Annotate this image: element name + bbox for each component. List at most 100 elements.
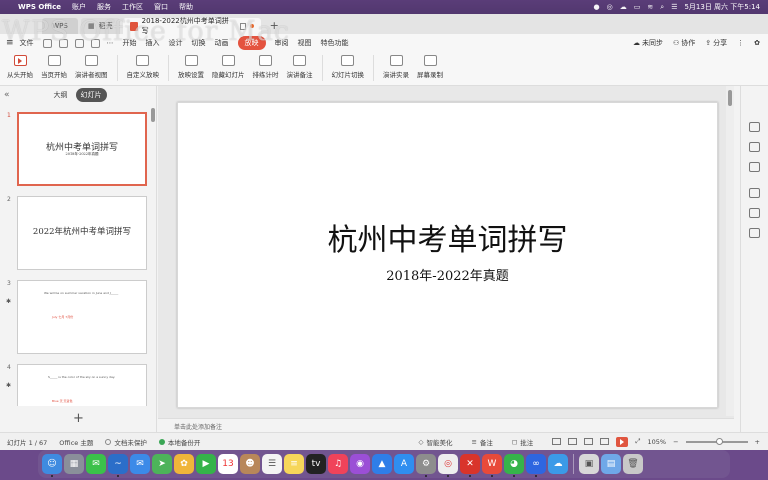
app-x-icon[interactable]: ✕ <box>460 454 480 477</box>
backup-icon[interactable] <box>749 228 760 238</box>
settings-icon[interactable]: ⚙ <box>416 454 436 477</box>
tab-daoke[interactable]: ▦ 稻壳 <box>81 18 120 34</box>
menubar-item-workspace[interactable]: 工作区 <box>122 2 143 12</box>
fit-window-icon[interactable]: ⤢ <box>635 437 640 446</box>
status-icon[interactable]: ● <box>594 3 600 11</box>
menubar-item-service[interactable]: 服务 <box>97 2 111 12</box>
search-icon[interactable]: ⌕ <box>660 3 664 12</box>
photos-icon[interactable]: ✿ <box>174 454 194 474</box>
redo-icon[interactable] <box>90 38 100 48</box>
panel-scrollbar[interactable] <box>151 108 155 122</box>
tab-outline[interactable]: 大纲 <box>54 90 68 100</box>
slide-thumbnail-1[interactable]: 杭州中考单词拼写 2018年-2022年真题 <box>17 112 147 186</box>
print-icon[interactable] <box>58 38 68 48</box>
ribbon-current-page[interactable]: 当页开始 <box>40 55 68 79</box>
sorter-view-icon[interactable] <box>568 438 578 445</box>
zoom-in-button[interactable]: + <box>755 438 760 446</box>
zoom-out-button[interactable]: − <box>673 438 678 446</box>
zoom-slider[interactable] <box>685 437 748 445</box>
trash-icon[interactable]: 🗑 <box>623 454 643 474</box>
ribbon-slide-transition[interactable]: 幻灯片切换 <box>331 55 366 79</box>
assistant-icon[interactable]: ✿ <box>754 39 760 47</box>
add-tab-button[interactable]: + <box>270 18 279 34</box>
reading-view-icon[interactable] <box>584 438 594 445</box>
keynote-icon[interactable]: ▲ <box>372 454 392 474</box>
smart-beautify-button[interactable]: ◇ 智能美化 <box>418 437 452 447</box>
theme-name[interactable]: Office 主题 <box>59 437 93 447</box>
slide-canvas[interactable]: 杭州中考单词拼写 2018年-2022年真题 <box>177 102 718 408</box>
folder-icon[interactable]: ▤ <box>601 454 621 474</box>
menu-review[interactable]: 审阅 <box>275 38 289 48</box>
more-icon[interactable]: ⋮ <box>737 39 744 47</box>
messages-icon[interactable]: ✉ <box>86 454 106 474</box>
properties-icon[interactable] <box>749 122 760 132</box>
ribbon-hide-slide[interactable]: 隐藏幻灯片 <box>211 55 246 79</box>
slide-thumbnail-2[interactable]: 2022年杭州中考单词拼写 <box>17 196 147 270</box>
clock[interactable]: 5月13日 周六 下午5:14 <box>684 2 760 12</box>
ribbon-presenter-view[interactable]: 演讲者视图 <box>74 55 109 79</box>
facetime-icon[interactable]: ▶ <box>196 454 216 474</box>
control-center-icon[interactable]: ☰ <box>671 3 677 11</box>
menu-view[interactable]: 视图 <box>298 38 312 48</box>
menu-transition[interactable]: 切换 <box>192 38 206 48</box>
tab-document[interactable]: 2018-2022杭州中考单词拼写 <box>122 17 261 35</box>
tab-wps[interactable]: WPS <box>42 18 78 34</box>
history-icon[interactable] <box>749 162 760 172</box>
podcasts-icon[interactable]: ◉ <box>350 454 370 474</box>
hamburger-icon[interactable]: ≡ <box>6 38 14 48</box>
zoom-slider-knob[interactable] <box>715 437 723 445</box>
ribbon-from-start[interactable]: 从头开始 <box>6 55 34 79</box>
menu-slideshow[interactable]: 放映 <box>237 36 266 50</box>
slide-thumbnail-3[interactable]: We will be on summer vacation in June an… <box>17 280 147 354</box>
slide-title[interactable]: 杭州中考单词拼写 <box>178 215 717 259</box>
zoom-level[interactable]: 105% <box>648 438 667 446</box>
reminders-icon[interactable]: ☰ <box>262 454 282 474</box>
sync-status[interactable]: ☁ 未同步 <box>633 38 663 48</box>
contacts-icon[interactable]: ☻ <box>240 454 260 474</box>
slide-thumbnail-4[interactable]: S_____ is the color of the sky on a sunn… <box>17 364 147 406</box>
editor-scrollbar[interactable] <box>726 86 734 416</box>
wechat-status-icon[interactable]: ◎ <box>607 3 613 11</box>
menu-file[interactable]: 文件 <box>20 38 34 48</box>
menu-design[interactable]: 设计 <box>169 38 183 48</box>
wifi-icon[interactable]: ≋ <box>647 3 653 11</box>
ribbon-screen-record[interactable]: 屏幕录制 <box>416 55 444 79</box>
baidu-icon[interactable]: ∞ <box>526 454 546 477</box>
mail-icon[interactable]: ✉ <box>130 454 150 474</box>
menubar-item-window[interactable]: 窗口 <box>154 2 168 12</box>
app-cloud-icon[interactable]: ☁ <box>548 454 568 474</box>
calendar-icon[interactable]: 13 <box>218 454 238 474</box>
collab-button[interactable]: ⚇ 协作 <box>673 38 695 48</box>
ribbon-rehearse[interactable]: 排练计时 <box>252 55 280 79</box>
cloud-status-icon[interactable]: ☁ <box>620 3 627 11</box>
menu-animation[interactable]: 动画 <box>215 38 229 48</box>
menubar-item-help[interactable]: 帮助 <box>179 2 193 12</box>
ribbon-recording[interactable]: 演讲实录 <box>382 55 410 79</box>
wps-icon[interactable]: W <box>482 454 502 477</box>
maps-icon[interactable]: ➤ <box>152 454 172 474</box>
battery-icon[interactable]: ▭ <box>634 3 641 11</box>
save-icon[interactable] <box>42 38 52 48</box>
menu-more[interactable]: ⋯ <box>107 39 114 47</box>
local-backup[interactable]: 本地备份开 <box>158 437 200 447</box>
menubar-item-account[interactable]: 账户 <box>72 2 86 12</box>
add-slide-button[interactable]: + <box>0 411 157 426</box>
menubar-app-name[interactable]: WPS Office <box>18 3 61 11</box>
menu-insert[interactable]: 插入 <box>146 38 160 48</box>
launchpad-icon[interactable]: ▦ <box>64 454 84 474</box>
ribbon-custom-show[interactable]: 自定义放映 <box>126 55 161 79</box>
notes-area[interactable]: 单击此处添加备注 <box>158 418 734 432</box>
doc-protection[interactable]: 文档未保护 <box>105 437 147 447</box>
scrollbar-thumb[interactable] <box>728 90 732 106</box>
finder-icon[interactable]: ☺ <box>42 454 62 477</box>
notes-toggle[interactable]: ≡ 备注 <box>471 437 492 447</box>
share-button[interactable]: ⇪ 分享 <box>705 38 727 48</box>
design-icon[interactable] <box>749 142 760 152</box>
tv-icon[interactable]: tv <box>306 454 326 474</box>
animation-pane-icon[interactable] <box>749 188 760 198</box>
app4-icon[interactable]: ~ <box>108 454 128 477</box>
window-icon[interactable] <box>239 22 246 30</box>
thumbnail-list[interactable]: 1 杭州中考单词拼写 2018年-2022年真题 2 2022年杭州中考单词拼写… <box>0 106 157 406</box>
tab-slides[interactable]: 幻灯片 <box>75 88 107 102</box>
collapse-panel-icon[interactable]: « <box>4 90 10 100</box>
